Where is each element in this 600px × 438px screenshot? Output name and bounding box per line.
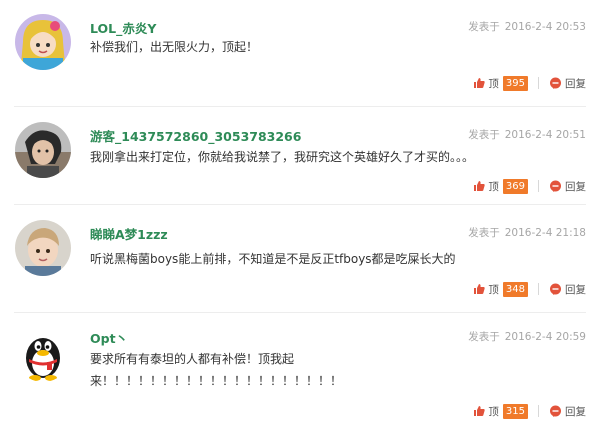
like-label[interactable]: 顶 <box>488 76 499 91</box>
like-label[interactable]: 顶 <box>488 404 499 419</box>
username[interactable]: 睇睇A梦1zzz <box>90 224 168 243</box>
thumbs-up-icon[interactable] <box>473 283 486 295</box>
username[interactable]: LOL_赤炎Y <box>90 18 156 37</box>
comment-item: 睇睇A梦1zzz 发表于 2016-2-4 21:18 听说黑梅菌boys能上前排… <box>0 206 600 304</box>
like-label[interactable]: 顶 <box>488 282 499 297</box>
action-separator <box>538 77 539 89</box>
comment-divider <box>14 106 586 107</box>
timestamp-date: 2016-2-4 20:53 <box>504 21 586 33</box>
reply-bubble-icon[interactable] <box>549 77 562 90</box>
reply-bubble-icon[interactable] <box>549 405 562 418</box>
qq-penguin-icon <box>15 326 71 382</box>
reply-link[interactable]: 回复 <box>565 282 586 297</box>
avatar[interactable] <box>15 220 71 276</box>
comment-text-line: 我刚拿出来打定位，你就给我说禁了，我研究这个英雄好久了才买的。。。 <box>90 150 475 164</box>
comment-text: 补偿我们，出无限火力，顶起！ <box>90 36 258 58</box>
username[interactable]: 游客_1437572860_3053783266 <box>90 126 301 145</box>
timestamp-date: 2016-2-4 20:59 <box>504 331 586 343</box>
timestamp: 发表于 2016-2-4 20:51 <box>468 127 586 142</box>
comment-item: Opt丶 发表于 2016-2-4 20:59 要求所有有泰坦的人都有补偿！顶我起… <box>0 314 600 438</box>
comment-actions: 顶 315 回复 <box>473 403 586 419</box>
comment-text: 听说黑梅菌boys能上前排，不知道是不是反正tfboys都是吃屎长大的 <box>90 248 456 270</box>
timestamp-date: 2016-2-4 21:18 <box>504 227 586 239</box>
comment-item: 游客_1437572860_3053783266 发表于 2016-2-4 20:… <box>0 108 600 206</box>
username[interactable]: Opt丶 <box>90 328 128 347</box>
reply-link[interactable]: 回复 <box>565 179 586 194</box>
avatar[interactable] <box>15 14 71 70</box>
timestamp-prefix: 发表于 <box>468 21 500 33</box>
reply-bubble-icon[interactable] <box>549 180 562 193</box>
comment-text-line: 听说黑梅菌boys能上前排，不知道是不是反正tfboys都是吃屎长大的 <box>90 252 456 266</box>
like-count: 369 <box>502 178 528 194</box>
comment-divider <box>14 312 586 313</box>
comment-item: LOL_赤炎Y 发表于 2016-2-4 20:53 补偿我们，出无限火力，顶起！… <box>0 0 600 108</box>
comment-text-line: 补偿我们，出无限火力，顶起！ <box>90 40 259 54</box>
comment-actions: 顶 369 回复 <box>473 178 586 194</box>
timestamp-date: 2016-2-4 20:51 <box>504 129 586 141</box>
comment-list: LOL_赤炎Y 发表于 2016-2-4 20:53 补偿我们，出无限火力，顶起！… <box>0 0 600 438</box>
avatar-image-child <box>15 220 71 276</box>
like-count: 395 <box>502 75 528 91</box>
like-label[interactable]: 顶 <box>488 179 499 194</box>
timestamp: 发表于 2016-2-4 21:18 <box>468 225 586 240</box>
thumbs-up-icon[interactable] <box>473 77 486 89</box>
thumbs-up-icon[interactable] <box>473 405 486 417</box>
comment-divider <box>14 204 586 205</box>
reply-bubble-icon[interactable] <box>549 283 562 296</box>
action-separator <box>538 405 539 417</box>
timestamp-prefix: 发表于 <box>468 227 500 239</box>
comment-text-line: 要求所有有泰坦的人都有补偿！顶我起 <box>90 352 295 366</box>
like-count: 315 <box>502 403 528 419</box>
thumbs-up-icon[interactable] <box>473 180 486 192</box>
action-separator <box>538 283 539 295</box>
timestamp-prefix: 发表于 <box>468 331 500 343</box>
avatar[interactable] <box>15 122 71 178</box>
comment-text: 要求所有有泰坦的人都有补偿！顶我起 来！！！！！！！！！！！！！！！！！！！！ <box>90 348 342 392</box>
comment-actions: 顶 348 回复 <box>473 281 586 297</box>
comment-text-line: 来！！！！！！！！！！！！！！！！！！！！ <box>90 374 343 388</box>
timestamp: 发表于 2016-2-4 20:59 <box>468 329 586 344</box>
timestamp: 发表于 2016-2-4 20:53 <box>468 19 586 34</box>
comment-text: 我刚拿出来打定位，你就给我说禁了，我研究这个英雄好久了才买的。。。 <box>90 146 474 168</box>
like-count: 348 <box>502 281 528 297</box>
avatar[interactable] <box>15 326 71 382</box>
avatar-image-photo <box>15 122 71 178</box>
avatar-image-girl <box>15 14 71 70</box>
reply-link[interactable]: 回复 <box>565 404 586 419</box>
timestamp-prefix: 发表于 <box>468 129 500 141</box>
reply-link[interactable]: 回复 <box>565 76 586 91</box>
comment-actions: 顶 395 回复 <box>473 75 586 91</box>
action-separator <box>538 180 539 192</box>
